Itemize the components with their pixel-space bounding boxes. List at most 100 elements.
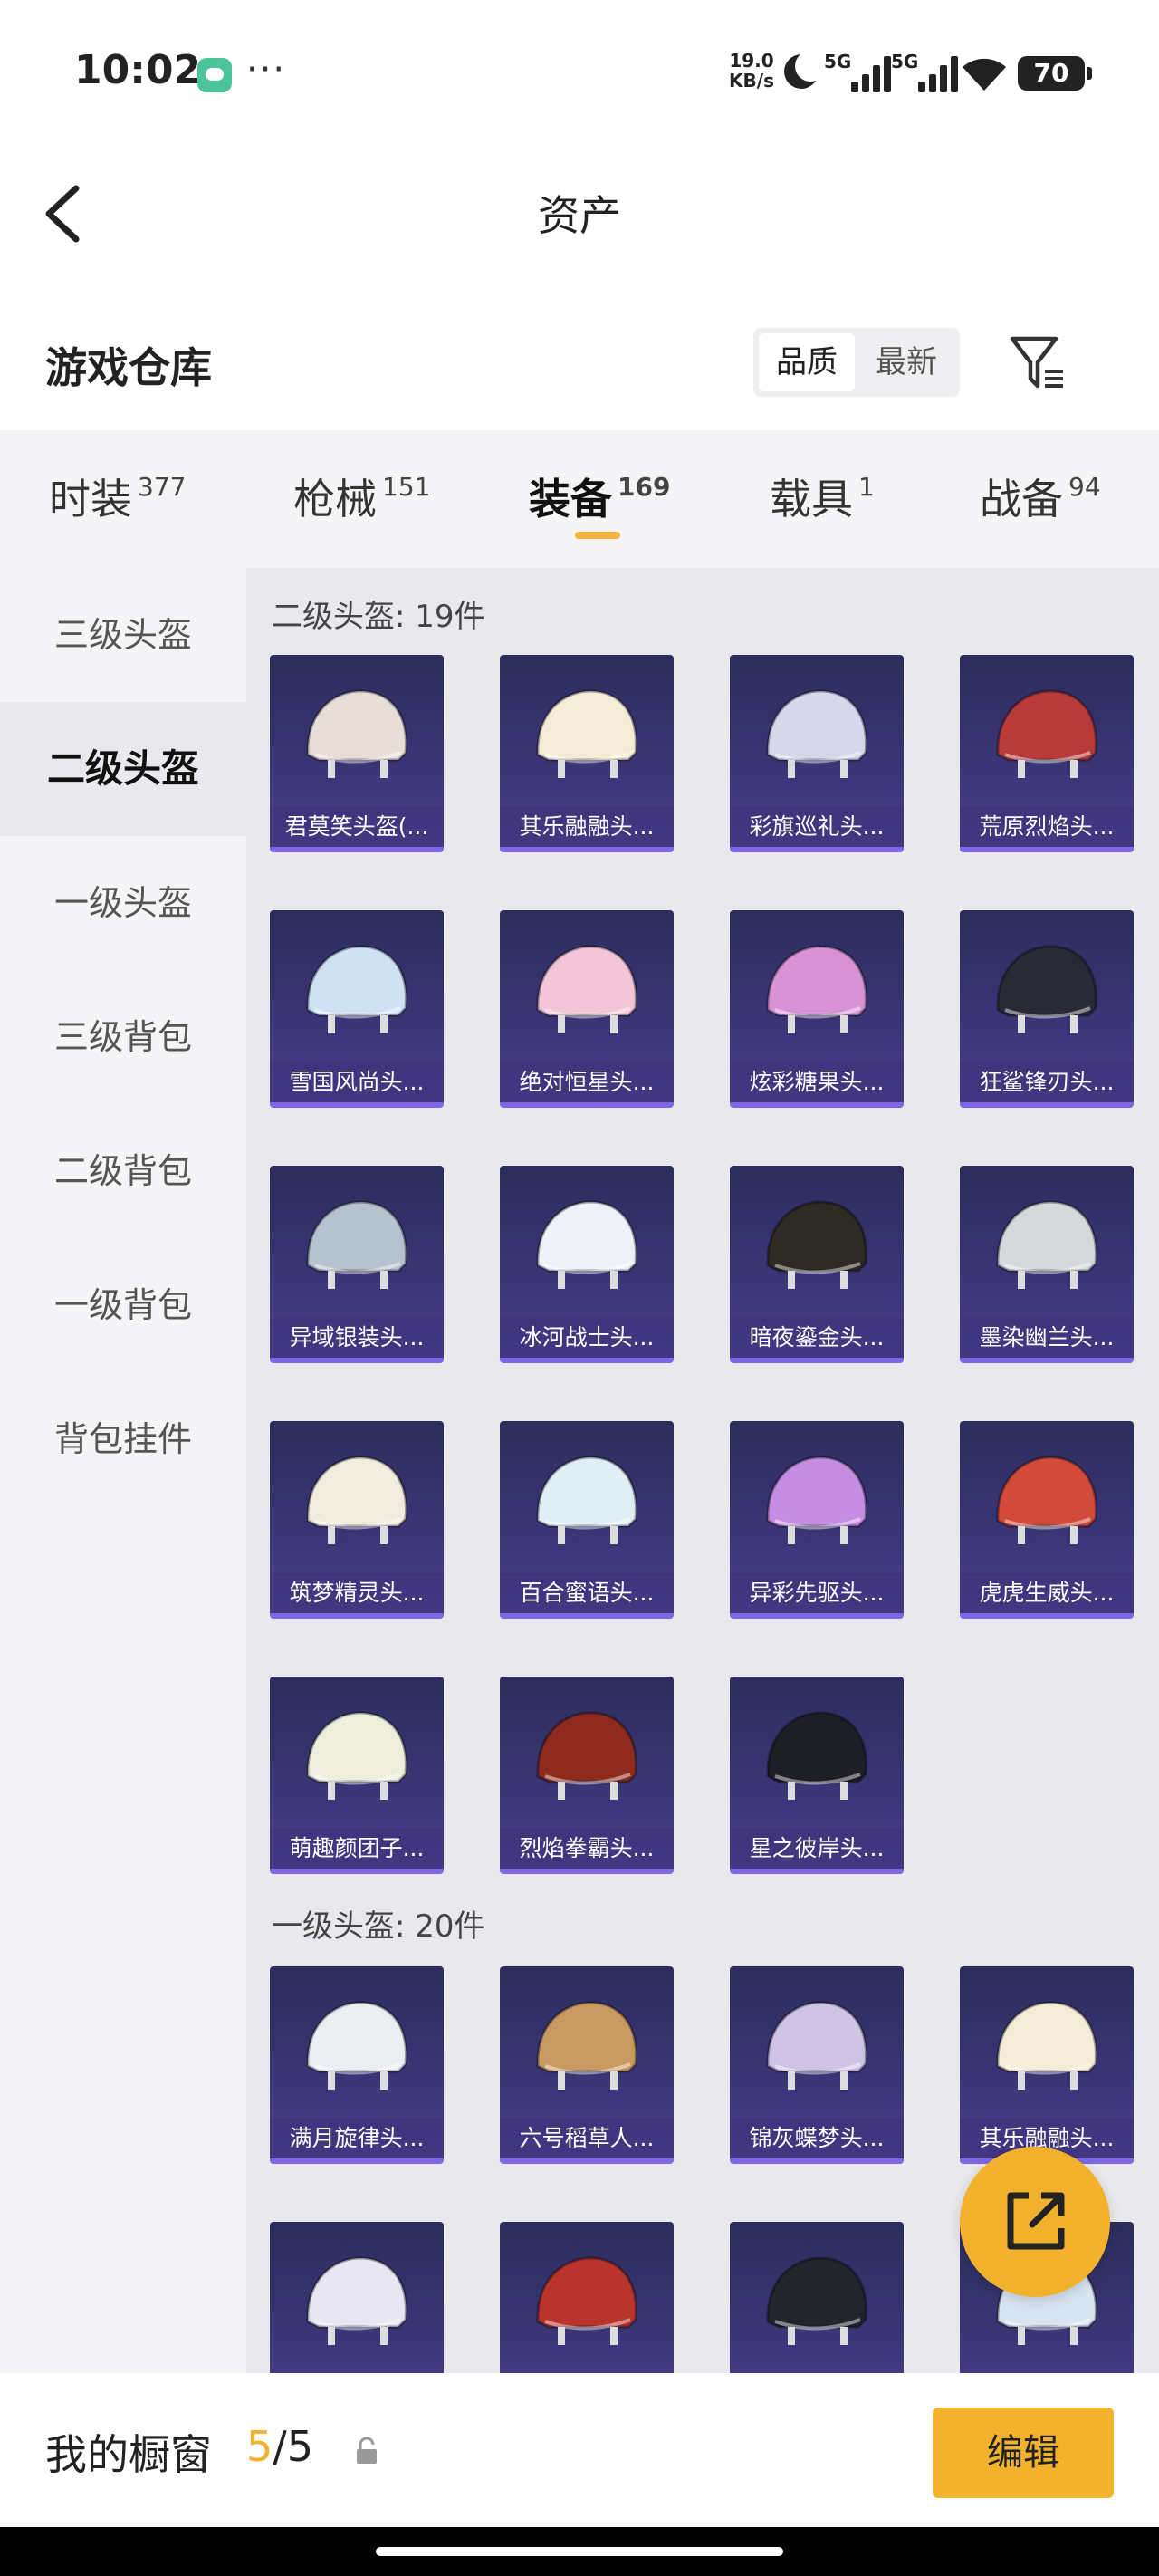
item-card[interactable]: 暗夜鎏金头...	[730, 1166, 904, 1363]
wechat-icon	[197, 58, 232, 92]
item-card[interactable]: 虎虎生威头...	[960, 1421, 1134, 1619]
helmet-icon	[306, 1200, 407, 1289]
category-tabs: 时装 377 枪械 151 装备 169 载具 1 战备 94	[0, 430, 1159, 568]
sidebar-item-level3-backpack[interactable]: 三级背包	[0, 970, 246, 1104]
helmet-icon	[536, 1200, 637, 1289]
item-card[interactable]: 荒原烈焰头...	[960, 655, 1134, 852]
item-card[interactable]	[500, 2222, 674, 2373]
helmet-icon	[536, 1711, 637, 1800]
item-name: 暗夜鎏金头...	[730, 1318, 904, 1358]
status-time: 10:02	[74, 47, 202, 93]
item-card[interactable]: 百合蜜语头...	[500, 1421, 674, 1619]
network-speed-unit: KB/s	[729, 70, 774, 91]
item-card[interactable]: 彩旗巡礼头...	[730, 655, 904, 852]
item-name: 烈焰拳霸头...	[500, 1829, 674, 1869]
item-card[interactable]: 其乐融融头...	[500, 655, 674, 852]
item-name: 锦灰蝶梦头...	[730, 2119, 904, 2158]
app-header: 资产	[0, 145, 1159, 281]
item-name: 萌趣颜团子...	[270, 1829, 444, 1869]
helmet-icon	[766, 2001, 867, 2090]
share-button[interactable]	[960, 2147, 1110, 2297]
home-indicator[interactable]	[376, 2547, 783, 2556]
sidebar-item-backpack-charm[interactable]: 背包挂件	[0, 1372, 246, 1506]
item-name: 六号稻草人...	[500, 2119, 674, 2158]
signal-1-label: 5G	[824, 51, 852, 72]
tab-label: 时装	[49, 475, 132, 524]
item-name: 彩旗巡礼头...	[730, 807, 904, 847]
tab-label: 装备	[529, 475, 612, 524]
section-title-level2: 二级头盔: 19件	[272, 599, 485, 635]
tab-equipment[interactable]: 装备 169	[529, 466, 670, 539]
helmet-icon	[996, 945, 1097, 1033]
helmet-icon	[766, 1711, 867, 1800]
item-card[interactable]: 满月旋律头...	[270, 1966, 444, 2164]
tab-battle-prep[interactable]: 战备 94	[980, 466, 1101, 539]
helmet-icon	[536, 1456, 637, 1544]
item-card[interactable]: 其乐融融头...	[960, 1966, 1134, 2164]
system-nav-bar	[0, 2527, 1159, 2576]
item-card[interactable]: 六号稻草人...	[500, 1966, 674, 2164]
warehouse-title: 游戏仓库	[45, 343, 212, 392]
tab-label: 枪械	[293, 475, 377, 524]
item-card[interactable]: 狂鲨锋刃头...	[960, 910, 1134, 1108]
helmet-icon	[306, 945, 407, 1033]
item-card[interactable]: 绝对恒星头...	[500, 910, 674, 1108]
item-card[interactable]: 君莫笑头盔(...	[270, 655, 444, 852]
item-card[interactable]: 烈焰拳霸头...	[500, 1677, 674, 1874]
showcase-count: 5/5	[246, 2422, 313, 2471]
tab-fashion[interactable]: 时装 377	[49, 466, 186, 539]
item-card[interactable]: 冰河战士头...	[500, 1166, 674, 1363]
item-name: 炫彩糖果头...	[730, 1062, 904, 1102]
helmet-icon	[766, 689, 867, 778]
helmet-icon	[306, 1711, 407, 1800]
sidebar-item-level1-backpack[interactable]: 一级背包	[0, 1238, 246, 1372]
sort-newest-button[interactable]: 最新	[858, 333, 954, 391]
signal-2-icon: 5G	[891, 51, 958, 92]
item-card[interactable]: 萌趣颜团子...	[270, 1677, 444, 1874]
tab-count: 1	[858, 472, 875, 502]
wifi-icon	[963, 58, 1006, 91]
item-card[interactable]	[270, 2222, 444, 2373]
item-card[interactable]: 墨染幽兰头...	[960, 1166, 1134, 1363]
helmet-icon	[306, 2001, 407, 2090]
item-card[interactable]: 异域银装头...	[270, 1166, 444, 1363]
helmet-icon	[536, 945, 637, 1033]
item-card[interactable]: 雪国风尚头...	[270, 910, 444, 1108]
tab-guns[interactable]: 枪械 151	[293, 466, 430, 539]
warehouse-header: 游戏仓库 品质 最新	[0, 281, 1159, 430]
item-grid: 二级头盔: 19件 一级头盔: 20件 君莫笑头盔(... 其乐融融头... 彩旗巡…	[246, 568, 1159, 2373]
sidebar-item-level1-helmet[interactable]: 一级头盔	[0, 836, 246, 970]
network-speed-value: 19.0	[729, 50, 774, 72]
more-notifications-icon: ···	[246, 49, 287, 91]
sort-toggle: 品质 最新	[753, 328, 960, 397]
sidebar-item-level2-helmet[interactable]: 二级头盔	[0, 702, 246, 836]
helmet-icon	[306, 2256, 407, 2345]
battery-icon: 70	[1018, 56, 1092, 91]
item-name: 虎虎生威头...	[960, 1573, 1134, 1613]
helmet-icon	[536, 2001, 637, 2090]
edit-button[interactable]: 编辑	[933, 2408, 1114, 2498]
tab-vehicles[interactable]: 载具 1	[770, 466, 875, 539]
status-bar: 10:02 ··· 19.0 KB/s 5G 5G 70	[0, 0, 1159, 145]
helmet-icon	[996, 1456, 1097, 1544]
item-name: 雪国风尚头...	[270, 1062, 444, 1102]
item-name: 狂鲨锋刃头...	[960, 1062, 1134, 1102]
item-name: 筑梦精灵头...	[270, 1573, 444, 1613]
item-card[interactable]: 锦灰蝶梦头...	[730, 1966, 904, 2164]
item-card[interactable]: 筑梦精灵头...	[270, 1421, 444, 1619]
helmet-icon	[536, 2256, 637, 2345]
item-card[interactable]	[730, 2222, 904, 2373]
item-card[interactable]: 炫彩糖果头...	[730, 910, 904, 1108]
sidebar-item-level2-backpack[interactable]: 二级背包	[0, 1104, 246, 1238]
network-speed: 19.0 KB/s	[724, 51, 779, 91]
helmet-icon	[536, 689, 637, 778]
sidebar-item-level3-helmet[interactable]: 三级头盔	[0, 568, 246, 702]
sort-quality-button[interactable]: 品质	[759, 333, 855, 391]
filter-icon[interactable]	[1009, 333, 1067, 391]
tab-count: 169	[618, 472, 671, 502]
item-card[interactable]: 异彩先驱头...	[730, 1421, 904, 1619]
active-tab-indicator	[575, 532, 620, 539]
item-name: 星之彼岸头...	[730, 1829, 904, 1869]
item-card[interactable]: 星之彼岸头...	[730, 1677, 904, 1874]
helmet-icon	[996, 2001, 1097, 2090]
